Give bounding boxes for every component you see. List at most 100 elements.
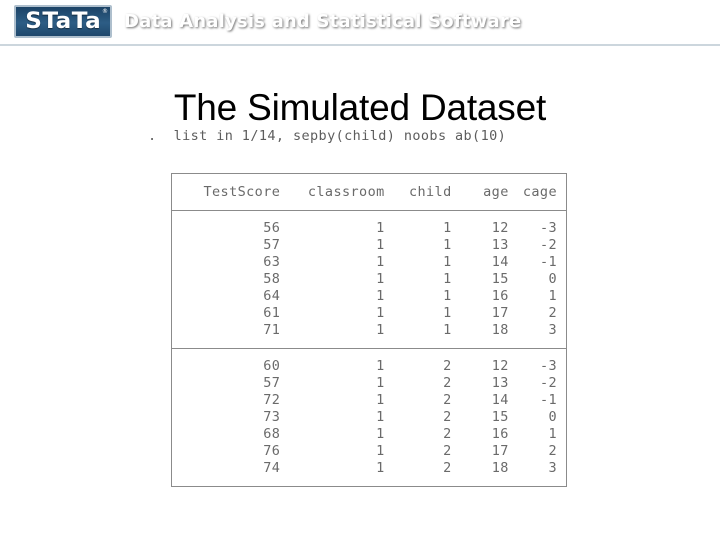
cell-testscore: 58 (263, 271, 281, 287)
cell-testscore: 71 (263, 322, 281, 338)
table-block-child-2: 60 1 2 12 -3 57 1 2 13 -2 72 1 2 14 -1 73 1 2 15 0 68 1 2 16 1 76… (172, 348, 566, 487)
cell-testscore: 60 (263, 358, 281, 374)
page-title: The Simulated Dataset (173, 86, 547, 128)
cell-child: 2 (443, 375, 452, 391)
cell-age: 14 (491, 392, 509, 408)
cell-classroom: 1 (376, 358, 385, 374)
column-header-classroom: classroom (307, 184, 385, 200)
cell-testscore: 73 (263, 409, 281, 425)
cell-child: 2 (443, 392, 452, 408)
table-row: 72 1 2 14 -1 (172, 392, 566, 409)
cell-child: 1 (443, 237, 452, 253)
stata-output-pane: . list in 1/14, sepby(child) noobs ab(10… (148, 128, 506, 156)
page-divider (0, 46, 720, 50)
stata-banner: STaTa ® Data Analysis and Statistical So… (0, 0, 720, 46)
cell-testscore: 61 (263, 305, 281, 321)
table-block-child-1: 56 1 1 12 -3 57 1 1 13 -2 63 1 1 14 -1 58 1 1 15 0 64 1 1 16 1 61… (172, 211, 566, 349)
cell-age: 18 (491, 460, 509, 476)
cell-testscore: 72 (263, 392, 281, 408)
cell-child: 2 (443, 358, 452, 374)
cell-cage: 1 (548, 426, 557, 442)
cell-classroom: 1 (376, 409, 385, 425)
cell-classroom: 1 (376, 322, 385, 338)
cell-child: 1 (443, 322, 452, 338)
cell-age: 13 (491, 237, 509, 253)
cell-cage: -2 (539, 237, 557, 253)
cell-cage: 0 (548, 271, 557, 287)
cell-classroom: 1 (376, 288, 385, 304)
cell-cage: -1 (539, 254, 557, 270)
cell-child: 2 (443, 443, 452, 459)
cell-testscore: 57 (263, 375, 281, 391)
cell-child: 1 (443, 254, 452, 270)
table-row: 60 1 2 12 -3 (172, 349, 566, 376)
cell-cage: -1 (539, 392, 557, 408)
cell-cage: 1 (548, 288, 557, 304)
table-row: 68 1 2 16 1 (172, 426, 566, 443)
cell-child: 2 (443, 460, 452, 476)
cell-cage: 3 (548, 460, 557, 476)
cell-cage: 3 (548, 322, 557, 338)
cell-classroom: 1 (376, 375, 385, 391)
cell-age: 16 (491, 426, 509, 442)
cell-child: 1 (443, 288, 452, 304)
cell-age: 16 (491, 288, 509, 304)
cell-classroom: 1 (376, 305, 385, 321)
table-row: 58 1 1 15 0 (172, 271, 566, 288)
cell-age: 15 (491, 271, 509, 287)
cell-child: 1 (443, 220, 452, 236)
cell-classroom: 1 (376, 237, 385, 253)
trademark-icon: ® (102, 8, 108, 15)
cell-testscore: 57 (263, 237, 281, 253)
cell-testscore: 56 (263, 220, 281, 236)
table-row: 61 1 1 17 2 (172, 305, 566, 322)
cell-cage: -3 (539, 358, 557, 374)
table-row: 73 1 2 15 0 (172, 409, 566, 426)
cell-cage: 2 (548, 443, 557, 459)
cell-child: 2 (443, 426, 452, 442)
stata-logo-text: STaTa (24, 8, 101, 34)
cell-age: 14 (491, 254, 509, 270)
cell-age: 12 (491, 220, 509, 236)
cell-classroom: 1 (376, 271, 385, 287)
cell-testscore: 63 (263, 254, 281, 270)
cell-age: 13 (491, 375, 509, 391)
column-header-cage: cage (522, 184, 557, 200)
cell-testscore: 68 (263, 426, 281, 442)
cell-cage: 2 (548, 305, 557, 321)
table-row: 71 1 1 18 3 (172, 322, 566, 349)
cell-cage: 0 (548, 409, 557, 425)
cell-cage: -2 (539, 375, 557, 391)
table-row: 56 1 1 12 -3 (172, 211, 566, 238)
data-table: TestScore classroom child age cage 56 1 1 1… (172, 174, 566, 486)
cell-testscore: 76 (263, 443, 281, 459)
cell-age: 15 (491, 409, 509, 425)
cell-age: 12 (491, 358, 509, 374)
cell-child: 2 (443, 409, 452, 425)
stata-command-line: . list in 1/14, sepby(child) noobs ab(10… (148, 128, 507, 144)
table-row: 64 1 1 16 1 (172, 288, 566, 305)
stata-logo: STaTa ® (14, 5, 112, 38)
cell-classroom: 1 (376, 426, 385, 442)
table-row: 63 1 1 14 -1 (172, 254, 566, 271)
cell-testscore: 74 (263, 460, 281, 476)
cell-classroom: 1 (376, 392, 385, 408)
cell-age: 17 (491, 305, 509, 321)
cell-child: 1 (443, 305, 452, 321)
banner-tagline: Data Analysis and Statistical Software (124, 11, 522, 32)
cell-classroom: 1 (376, 443, 385, 459)
cell-child: 1 (443, 271, 452, 287)
cell-classroom: 1 (376, 220, 385, 236)
cell-age: 17 (491, 443, 509, 459)
column-header-testscore: TestScore (203, 184, 281, 200)
table-header: TestScore classroom child age cage (172, 174, 566, 211)
table-row: 74 1 2 18 3 (172, 460, 566, 486)
cell-cage: -3 (539, 220, 557, 236)
stata-listing-table: TestScore classroom child age cage 56 1 1 1… (171, 173, 567, 487)
cell-age: 18 (491, 322, 509, 338)
table-row: 57 1 2 13 -2 (172, 375, 566, 392)
cell-testscore: 64 (263, 288, 281, 304)
column-header-child: child (408, 184, 452, 200)
table-row: 76 1 2 17 2 (172, 443, 566, 460)
cell-classroom: 1 (376, 254, 385, 270)
